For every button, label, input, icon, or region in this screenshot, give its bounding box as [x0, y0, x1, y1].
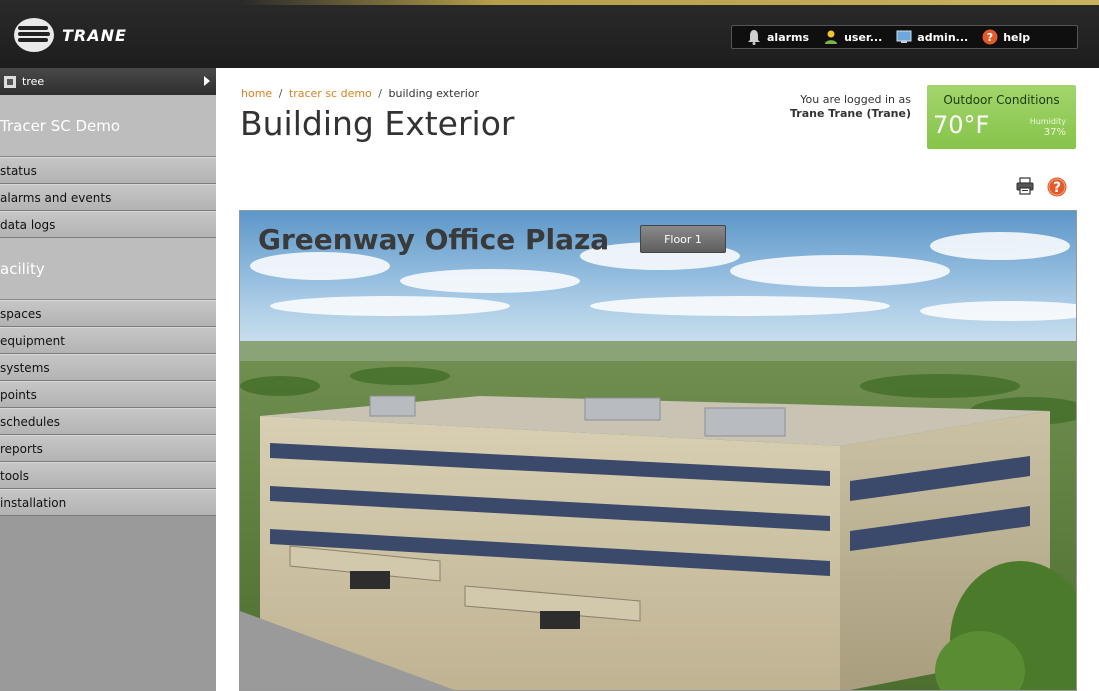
alarms-label: alarms: [767, 30, 810, 44]
tree-header[interactable]: tree: [0, 68, 216, 95]
humidity-value: 37%: [1043, 127, 1066, 138]
sidebar-item-schedules[interactable]: schedules: [0, 408, 216, 435]
breadcrumb-home-link[interactable]: home: [241, 87, 272, 100]
humidity-label: Humidity: [1029, 117, 1066, 126]
svg-text:?: ?: [1053, 180, 1061, 196]
sidebar-item-equipment[interactable]: equipment: [0, 327, 216, 354]
alarms-button[interactable]: alarms: [746, 29, 809, 45]
help-circle-icon: ?: [982, 29, 998, 45]
admin-label: admin...: [917, 30, 969, 44]
tree-label: tree: [22, 75, 45, 88]
monitor-icon: [896, 30, 912, 43]
sidebar-item-reports[interactable]: reports: [0, 435, 216, 462]
building-title: Greenway Office Plaza: [258, 223, 610, 256]
svg-text:?: ?: [987, 31, 993, 44]
help-label: help: [1003, 30, 1031, 44]
building-graphic: Greenway Office Plaza Floor 1: [239, 210, 1077, 691]
trane-logo[interactable]: TRANE: [14, 17, 127, 53]
sidebar-item-tools[interactable]: tools: [0, 462, 216, 489]
admin-button[interactable]: admin...: [896, 29, 968, 45]
logo-text: TRANE: [62, 25, 127, 45]
user-icon: [825, 30, 838, 44]
sidebar: tree Tracer SC Demo status alarms and ev…: [0, 68, 216, 691]
sidebar-section-tracer[interactable]: Tracer SC Demo: [0, 95, 216, 157]
help-button[interactable]: ? help: [982, 29, 1030, 45]
help-circle-icon[interactable]: ?: [1047, 177, 1067, 197]
sidebar-item-systems[interactable]: systems: [0, 354, 216, 381]
outdoor-conditions-widget[interactable]: Outdoor Conditions 70°F Humidity 37%: [927, 85, 1076, 149]
sidebar-item-installation[interactable]: installation: [0, 489, 216, 516]
outdoor-temperature: 70°F: [933, 111, 990, 139]
login-info: You are logged in as Trane Trane (Trane): [760, 93, 911, 121]
page-title: Building Exterior: [240, 104, 515, 143]
trane-logo-icon: [14, 18, 54, 52]
breadcrumb-demo-link[interactable]: tracer sc demo: [289, 87, 372, 100]
breadcrumb-separator: /: [378, 87, 383, 100]
sidebar-item-spaces[interactable]: spaces: [0, 300, 216, 327]
gold-accent-line: [0, 0, 1099, 5]
building-illustration: [240, 211, 1076, 690]
tree-icon: [4, 75, 16, 88]
sidebar-item-alarms-and-events[interactable]: alarms and events: [0, 184, 216, 211]
sidebar-item-points[interactable]: points: [0, 381, 216, 408]
header-toolbar: alarms user... admin... ? help: [731, 25, 1078, 49]
expand-arrow-icon[interactable]: [204, 76, 210, 86]
top-bar: TRANE alarms user... admin... ? help: [0, 0, 1099, 68]
sidebar-item-status[interactable]: status: [0, 157, 216, 184]
login-prefix: You are logged in as: [800, 93, 911, 106]
breadcrumb-current: building exterior: [388, 87, 480, 100]
sidebar-section-facility[interactable]: acility: [0, 238, 216, 300]
breadcrumb-separator: /: [278, 87, 283, 100]
print-icon[interactable]: [1016, 177, 1034, 195]
user-button[interactable]: user...: [823, 29, 882, 45]
user-label: user...: [844, 30, 883, 44]
breadcrumb: home / tracer sc demo / building exterio…: [241, 87, 479, 100]
bell-icon: [748, 30, 760, 45]
sidebar-item-data-logs[interactable]: data logs: [0, 211, 216, 238]
outdoor-conditions-title: Outdoor Conditions: [943, 93, 1060, 107]
floor-1-button[interactable]: Floor 1: [640, 225, 726, 253]
login-user: Trane Trane (Trane): [789, 107, 911, 120]
